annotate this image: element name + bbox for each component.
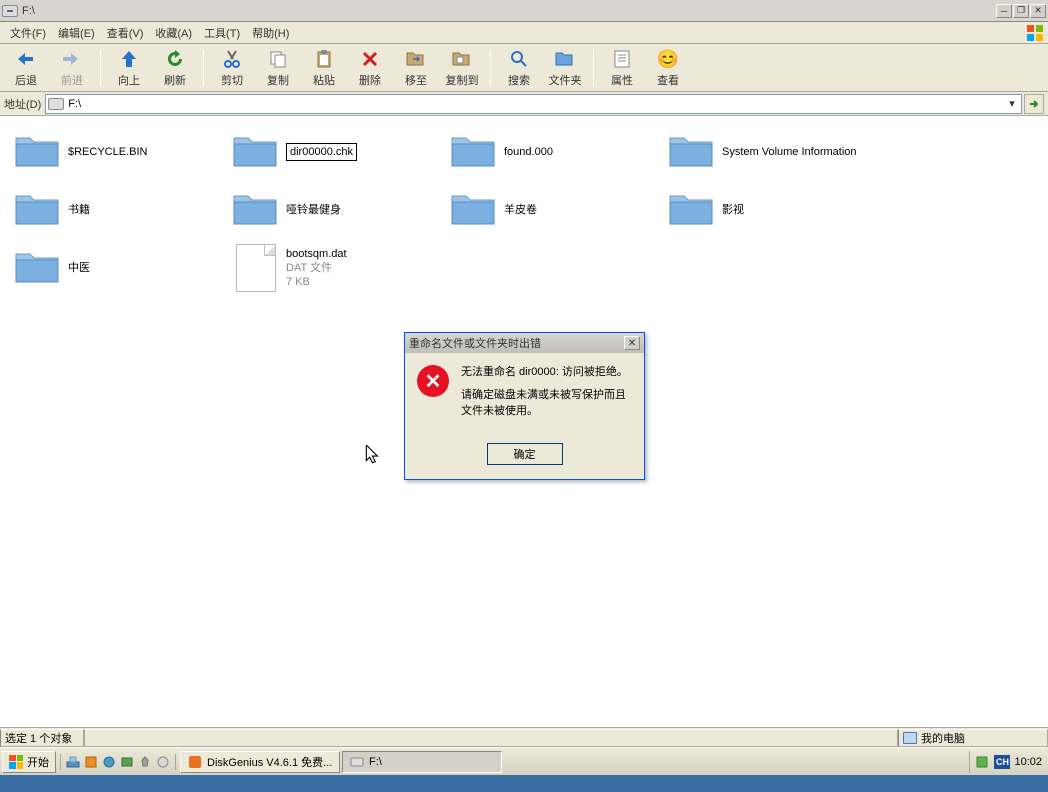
paste-button[interactable]: 粘贴 bbox=[302, 47, 346, 89]
folder-icon bbox=[14, 248, 62, 288]
file-item[interactable]: found.000 bbox=[448, 128, 666, 176]
drive-icon bbox=[2, 5, 18, 17]
folder-icon bbox=[232, 190, 280, 230]
file-item[interactable]: dir00000.chk bbox=[230, 128, 448, 176]
refresh-button[interactable]: 刷新 bbox=[153, 47, 197, 89]
dialog-message: 无法重命名 dir0000: 访问被拒绝。 请确定磁盘未满或未被写保护而且文件未… bbox=[461, 365, 632, 427]
copyto-button[interactable]: 复制到 bbox=[440, 47, 484, 89]
back-button[interactable]: 后退 bbox=[4, 47, 48, 89]
drive-icon bbox=[48, 98, 64, 110]
taskbar: 开始 DiskGenius V4.6.1 免费... F:\ CH 10:02 bbox=[0, 747, 1048, 775]
cut-button[interactable]: 剪切 bbox=[210, 47, 254, 89]
file-label: 中医 bbox=[68, 261, 90, 275]
file-item[interactable]: 书籍 bbox=[12, 186, 230, 234]
window-titlebar: F:\ ─ ❐ ✕ bbox=[0, 0, 1048, 22]
address-path: F:\ bbox=[68, 98, 1005, 110]
folder-icon bbox=[450, 190, 498, 230]
address-label: 地址(D) bbox=[4, 96, 41, 112]
status-selection: 选定 1 个对象 bbox=[0, 729, 84, 747]
folder-icon bbox=[14, 190, 62, 230]
menu-bar: 文件(F) 编辑(E) 查看(V) 收藏(A) 工具(T) 帮助(H) bbox=[0, 22, 1048, 44]
dialog-title: 重命名文件或文件夹时出错 bbox=[409, 335, 624, 351]
ok-button[interactable]: 确定 bbox=[487, 443, 563, 465]
quicklaunch-icon-1[interactable] bbox=[65, 754, 81, 770]
file-item[interactable]: 中医 bbox=[12, 244, 230, 292]
file-icon bbox=[236, 244, 276, 292]
file-item[interactable]: System Volume Information bbox=[666, 128, 884, 176]
address-input[interactable]: F:\ ▾ bbox=[45, 94, 1022, 114]
dialog-close-button[interactable]: ✕ bbox=[624, 336, 640, 350]
start-button[interactable]: 开始 bbox=[2, 751, 56, 773]
menu-view[interactable]: 查看(V) bbox=[101, 23, 150, 43]
folder-icon bbox=[232, 132, 280, 172]
error-dialog: 重命名文件或文件夹时出错 ✕ ✕ 无法重命名 dir0000: 访问被拒绝。 请… bbox=[404, 332, 645, 480]
folders-button[interactable]: 文件夹 bbox=[543, 47, 587, 89]
diskgenius-icon bbox=[187, 754, 203, 770]
menu-edit[interactable]: 编辑(E) bbox=[52, 23, 101, 43]
windows-logo-icon bbox=[1026, 24, 1044, 42]
file-label: 影视 bbox=[722, 203, 744, 217]
dialog-titlebar[interactable]: 重命名文件或文件夹时出错 ✕ bbox=[405, 333, 644, 353]
file-item[interactable]: bootsqm.datDAT 文件7 KB bbox=[230, 244, 448, 292]
quicklaunch-icon-6[interactable] bbox=[155, 754, 171, 770]
rename-input[interactable]: dir00000.chk bbox=[286, 143, 357, 161]
file-item[interactable]: 羊皮卷 bbox=[448, 186, 666, 234]
file-label: found.000 bbox=[504, 145, 553, 159]
quicklaunch-icon-5[interactable] bbox=[137, 754, 153, 770]
status-location: 我的电脑 bbox=[898, 729, 1048, 747]
status-bar: 选定 1 个对象 我的电脑 bbox=[0, 727, 1048, 747]
language-indicator[interactable]: CH bbox=[994, 755, 1010, 769]
address-dropdown-icon[interactable]: ▾ bbox=[1005, 97, 1019, 110]
file-item[interactable]: 哑铃最健身 bbox=[230, 186, 448, 234]
toolbar: 后退 前进 向上 刷新 剪切 复制 粘贴 删除 移至 复制到 搜索 文件夹 属性… bbox=[0, 44, 1048, 92]
minimize-button[interactable]: ─ bbox=[996, 4, 1012, 18]
view-button[interactable]: 😊查看 bbox=[646, 47, 690, 89]
maximize-button[interactable]: ❐ bbox=[1013, 4, 1029, 18]
properties-button[interactable]: 属性 bbox=[600, 47, 644, 89]
computer-icon bbox=[903, 732, 917, 744]
address-bar: 地址(D) F:\ ▾ bbox=[0, 92, 1048, 116]
error-icon: ✕ bbox=[417, 365, 449, 397]
system-tray: CH 10:02 bbox=[969, 751, 1046, 773]
folder-icon bbox=[668, 132, 716, 172]
close-button[interactable]: ✕ bbox=[1030, 4, 1046, 18]
menu-tools[interactable]: 工具(T) bbox=[198, 23, 246, 43]
taskbar-item-explorer[interactable]: F:\ bbox=[342, 751, 502, 773]
quicklaunch-icon-2[interactable] bbox=[83, 754, 99, 770]
menu-file[interactable]: 文件(F) bbox=[4, 23, 52, 43]
search-button[interactable]: 搜索 bbox=[497, 47, 541, 89]
delete-button[interactable]: 删除 bbox=[348, 47, 392, 89]
taskbar-item-diskgenius[interactable]: DiskGenius V4.6.1 免费... bbox=[180, 751, 340, 773]
window-title: F:\ bbox=[22, 5, 995, 17]
folder-icon bbox=[450, 132, 498, 172]
moveto-button[interactable]: 移至 bbox=[394, 47, 438, 89]
drive-icon bbox=[349, 754, 365, 770]
file-item[interactable]: $RECYCLE.BIN bbox=[12, 128, 230, 176]
file-label: 羊皮卷 bbox=[504, 203, 537, 217]
menu-favorites[interactable]: 收藏(A) bbox=[149, 23, 198, 43]
go-button[interactable] bbox=[1024, 94, 1044, 114]
windows-flag-icon bbox=[9, 755, 23, 769]
menu-help[interactable]: 帮助(H) bbox=[246, 23, 295, 43]
file-item[interactable]: 影视 bbox=[666, 186, 884, 234]
file-label: 书籍 bbox=[68, 203, 90, 217]
forward-button[interactable]: 前进 bbox=[50, 47, 94, 89]
status-spacer bbox=[84, 729, 898, 747]
quicklaunch-icon-3[interactable] bbox=[101, 754, 117, 770]
up-button[interactable]: 向上 bbox=[107, 47, 151, 89]
clock[interactable]: 10:02 bbox=[1014, 756, 1042, 768]
folder-icon bbox=[14, 132, 62, 172]
quick-launch bbox=[60, 754, 176, 770]
file-label: System Volume Information bbox=[722, 145, 857, 159]
copy-button[interactable]: 复制 bbox=[256, 47, 300, 89]
tray-icon-1[interactable] bbox=[974, 754, 990, 770]
file-label: $RECYCLE.BIN bbox=[68, 145, 147, 159]
folder-icon bbox=[668, 190, 716, 230]
file-label: bootsqm.datDAT 文件7 KB bbox=[286, 247, 347, 290]
quicklaunch-icon-4[interactable] bbox=[119, 754, 135, 770]
file-label: 哑铃最健身 bbox=[286, 203, 341, 217]
